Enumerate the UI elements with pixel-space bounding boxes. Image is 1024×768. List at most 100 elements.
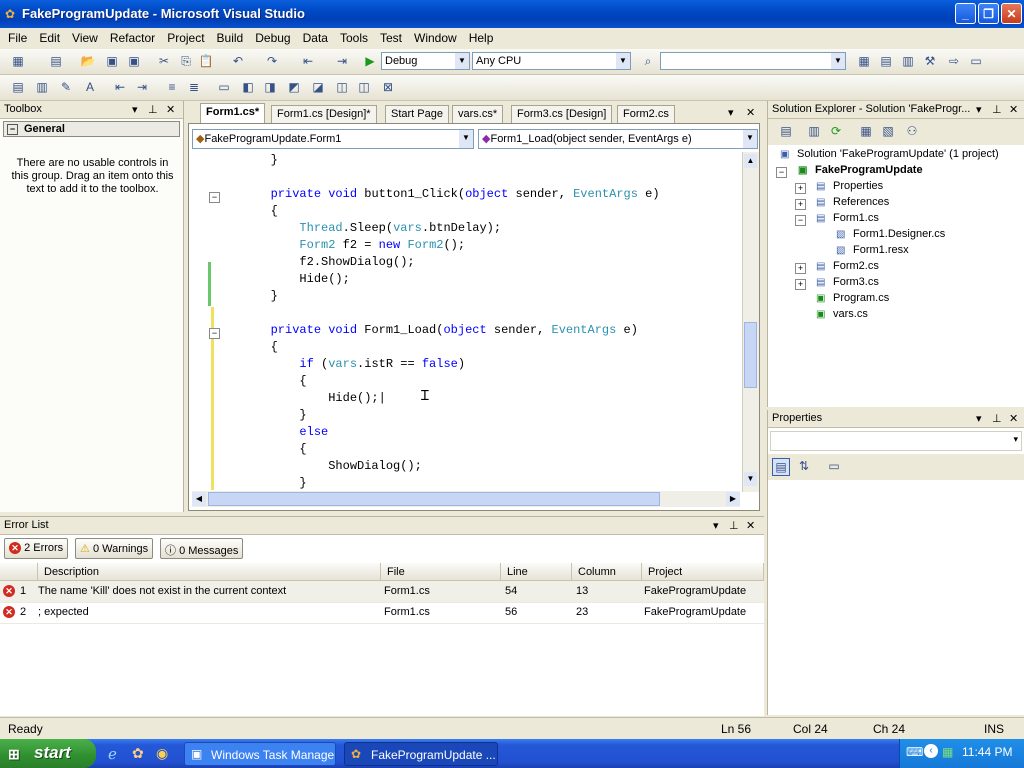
menu-window[interactable]: Window <box>408 28 463 48</box>
view-designer-icon[interactable]: ▧ <box>880 123 896 139</box>
warnings-filter-button[interactable]: ⚠ 0 Warnings <box>75 538 154 559</box>
find-in-files-icon[interactable]: ⌕ <box>640 53 656 69</box>
menu-help[interactable]: Help <box>463 28 500 48</box>
dropdown-icon[interactable]: ▾ <box>976 103 982 116</box>
close-icon[interactable]: ✕ <box>166 103 175 116</box>
categorized-icon[interactable]: ▤ <box>772 458 790 476</box>
column-header-number[interactable] <box>0 563 38 581</box>
tree-item-properties[interactable]: ▤ Properties <box>816 180 883 193</box>
expand-icon[interactable]: + <box>795 183 806 194</box>
menu-build[interactable]: Build <box>211 28 250 48</box>
save-icon[interactable]: ▣ <box>104 53 120 69</box>
close-icon[interactable]: ✕ <box>1009 412 1018 425</box>
tree-project[interactable]: ▣ FakeProgramUpdate <box>798 164 923 177</box>
tab-form1-cs[interactable]: Form1.cs* <box>200 103 266 123</box>
active-files-dropdown-icon[interactable]: ▾ <box>728 106 734 119</box>
collapse-icon[interactable]: − <box>776 167 787 178</box>
scroll-thumb[interactable] <box>744 322 757 388</box>
alphabetical-icon[interactable]: ⇅ <box>796 458 812 474</box>
next-bookmark-doc-icon[interactable]: ◫ <box>356 79 372 95</box>
show-all-files-icon[interactable]: ▥ <box>806 123 822 139</box>
object-browser-icon[interactable]: ▥ <box>900 53 916 69</box>
title-bar[interactable]: ✿ FakeProgramUpdate - Microsoft Visual S… <box>0 0 1024 28</box>
pin-icon[interactable]: ⊥ <box>992 103 1002 116</box>
object-selector-dropdown[interactable]: ▾ <box>770 431 1022 451</box>
copy-icon[interactable]: ⎘ <box>178 53 194 69</box>
menu-data[interactable]: Data <box>297 28 334 48</box>
prev-bookmark-doc-icon[interactable]: ◫ <box>334 79 350 95</box>
complete-word-icon[interactable]: A <box>82 79 98 95</box>
column-header-description[interactable]: Description <box>38 563 381 581</box>
open-folder-icon[interactable]: 📂 <box>80 53 96 69</box>
menu-debug[interactable]: Debug <box>249 28 296 48</box>
error-row[interactable]: ✕ 2 ; expected Form1.cs 56 23 FakeProgra… <box>0 602 764 624</box>
scroll-left-icon[interactable]: ◀ <box>192 492 206 506</box>
add-item-icon[interactable]: ▤ <box>48 53 64 69</box>
close-button[interactable]: ✕ <box>1001 3 1022 24</box>
dropdown-icon[interactable]: ▾ <box>976 412 982 425</box>
expand-icon[interactable]: + <box>795 199 806 210</box>
tab-form3-design[interactable]: Form3.cs [Design] <box>511 105 613 123</box>
save-all-icon[interactable]: ▣ <box>126 53 142 69</box>
redo-icon[interactable]: ↷ <box>264 53 280 69</box>
internet-explorer-icon[interactable]: ℯ <box>108 745 117 763</box>
new-project-icon[interactable]: ▦ <box>10 53 26 69</box>
tree-solution[interactable]: ▣ Solution 'FakeProgramUpdate' (1 project… <box>780 148 999 161</box>
navigate-forward-icon[interactable]: ⇥ <box>334 53 350 69</box>
error-row[interactable]: ✕ 1 The name 'Kill' does not exist in th… <box>0 581 764 603</box>
properties-window-icon[interactable]: ▤ <box>878 53 894 69</box>
solution-explorer-icon[interactable]: ▦ <box>856 53 872 69</box>
scroll-down-icon[interactable]: ▼ <box>744 472 757 486</box>
command-window-icon[interactable]: ▭ <box>968 53 984 69</box>
comment-icon[interactable]: ≡ <box>164 79 180 95</box>
pin-icon[interactable]: ⊥ <box>992 412 1002 425</box>
tab-form1-design[interactable]: Form1.cs [Design]* <box>271 105 377 123</box>
solution-platform-dropdown[interactable]: Any CPU ▼ <box>472 52 631 70</box>
class-diagram-icon[interactable]: ⚇ <box>904 123 920 139</box>
toolbox-group-general[interactable]: − General <box>3 121 180 137</box>
refresh-icon[interactable]: ⟳ <box>828 123 844 139</box>
messages-filter-button[interactable]: ⓘ 0 Messages <box>160 538 244 559</box>
pin-icon[interactable]: ⊥ <box>148 103 158 116</box>
scroll-right-icon[interactable]: ▶ <box>726 492 740 506</box>
column-header-project[interactable]: Project <box>642 563 764 581</box>
expand-icon[interactable]: + <box>795 279 806 290</box>
tree-item-form3[interactable]: ▤ Form3.cs <box>816 276 879 289</box>
cut-icon[interactable]: ✂ <box>156 53 172 69</box>
dropdown-icon[interactable]: ▾ <box>132 103 138 116</box>
bookmark-icon[interactable]: ▭ <box>216 79 232 95</box>
toolbox-icon[interactable]: ⚒ <box>922 53 938 69</box>
menu-edit[interactable]: Edit <box>33 28 66 48</box>
column-header-column[interactable]: Column <box>572 563 642 581</box>
menu-refactor[interactable]: Refactor <box>104 28 161 48</box>
keyboard-icon[interactable]: ⌨ <box>906 745 923 759</box>
collapse-icon[interactable]: − <box>795 215 806 226</box>
view-code-icon[interactable]: ▦ <box>858 123 874 139</box>
close-icon[interactable]: ✕ <box>1009 103 1019 116</box>
tab-start-page[interactable]: Start Page <box>385 105 449 123</box>
column-header-file[interactable]: File <box>381 563 501 581</box>
solution-configuration-dropdown[interactable]: Debug ▼ <box>381 52 470 70</box>
tree-item-form2[interactable]: ▤ Form2.cs <box>816 260 879 273</box>
taskbar-item-task-manager[interactable]: ▣ Windows Task Manager <box>184 742 336 766</box>
member-dropdown[interactable]: ◆Form1_Load(object sender, EventArgs e) ▼ <box>478 129 758 149</box>
clock[interactable]: 11:44 PM <box>962 745 1012 759</box>
restore-button[interactable]: ❐ <box>978 3 999 24</box>
tree-item-references[interactable]: ▤ References <box>816 196 889 209</box>
column-header-line[interactable]: Line <box>501 563 572 581</box>
menu-view[interactable]: View <box>66 28 104 48</box>
property-pages-icon[interactable]: ▭ <box>826 458 842 474</box>
close-document-icon[interactable]: ✕ <box>746 106 755 119</box>
display-object-member-list-icon[interactable]: ▤ <box>10 79 26 95</box>
class-dropdown[interactable]: ◆FakeProgramUpdate.Form1 ▼ <box>192 129 474 149</box>
increase-indent-icon[interactable]: ⇥ <box>134 79 150 95</box>
show-hidden-icons-icon[interactable]: ‹ <box>924 744 938 758</box>
tree-item-program[interactable]: ▣ Program.cs <box>816 292 889 305</box>
navigate-backward-icon[interactable]: ⇤ <box>300 53 316 69</box>
menu-project[interactable]: Project <box>161 28 210 48</box>
clear-bookmarks-icon[interactable]: ⊠ <box>380 79 396 95</box>
tree-item-form1-resx[interactable]: ▧ Form1.resx <box>836 244 909 257</box>
scroll-up-icon[interactable]: ▲ <box>744 154 757 168</box>
quick-launch-icon[interactable]: ◉ <box>156 745 168 762</box>
tree-item-form1-designer[interactable]: ▧ Form1.Designer.cs <box>836 228 945 241</box>
